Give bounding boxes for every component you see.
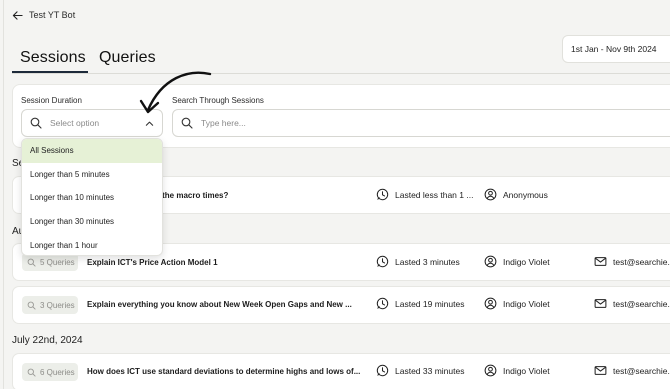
query-count-badge: 3 Queries bbox=[22, 296, 78, 314]
search-icon bbox=[27, 301, 36, 310]
session-duration-text: Lasted 19 minutes bbox=[395, 298, 465, 309]
session-email: test@searchie.i bbox=[594, 364, 670, 377]
tab-queries[interactable]: Queries bbox=[99, 49, 156, 67]
session-duration-label: Session Duration bbox=[21, 96, 82, 105]
annotation-arrow-icon bbox=[139, 71, 212, 114]
session-user: Indigo Violet bbox=[484, 364, 550, 377]
query-count-text: 6 Queries bbox=[40, 367, 75, 377]
mail-icon bbox=[594, 257, 607, 266]
option-longer-than-10-minutes[interactable]: Longer than 10 minutes bbox=[22, 186, 162, 210]
session-duration-dropdown: All Sessions Longer than 5 minutes Longe… bbox=[21, 138, 163, 256]
session-duration-text: Lasted 3 minutes bbox=[395, 256, 460, 267]
session-email-text: test@searchie.i bbox=[613, 298, 670, 309]
session-duration-placeholder: Select option bbox=[50, 118, 100, 128]
user-icon bbox=[484, 364, 497, 377]
search-icon bbox=[27, 368, 36, 377]
user-icon bbox=[484, 188, 497, 201]
tabs-divider bbox=[12, 73, 670, 74]
chevron-up-icon[interactable] bbox=[145, 119, 154, 128]
session-user-name: Indigo Violet bbox=[503, 365, 550, 376]
session-user-name: Indigo Violet bbox=[503, 298, 550, 309]
date-range-value: 1st Jan - Nov 9th 2024 bbox=[571, 44, 657, 54]
search-sessions-input[interactable]: Type here... bbox=[172, 109, 670, 137]
session-duration: Lasted 19 minutes bbox=[376, 297, 464, 310]
arrow-left-icon bbox=[12, 10, 23, 20]
clock-icon bbox=[376, 364, 389, 377]
query-count-text: 5 Queries bbox=[40, 257, 75, 267]
session-user: Indigo Violet bbox=[484, 297, 550, 310]
date-range-picker[interactable]: 1st Jan - Nov 9th 2024 bbox=[562, 35, 670, 63]
session-duration-text: Lasted 33 minutes bbox=[395, 365, 465, 376]
query-count-badge: 6 Queries bbox=[22, 363, 78, 381]
session-title: How does ICT use standard deviations to … bbox=[87, 367, 361, 376]
session-user-name: Indigo Violet bbox=[503, 256, 550, 267]
session-email: test@searchie.i bbox=[594, 255, 670, 268]
session-user-name: Anonymous bbox=[503, 189, 548, 200]
session-duration: Lasted less than 1 ... bbox=[376, 188, 473, 201]
search-icon bbox=[30, 117, 42, 129]
tab-sessions[interactable]: Sessions bbox=[20, 49, 86, 67]
search-icon bbox=[27, 258, 36, 267]
clock-icon bbox=[376, 188, 389, 201]
query-count-text: 3 Queries bbox=[40, 300, 75, 310]
option-longer-than-30-minutes[interactable]: Longer than 30 minutes bbox=[22, 210, 162, 234]
session-group-date: July 22nd, 2024 bbox=[12, 335, 83, 346]
session-duration: Lasted 3 minutes bbox=[376, 255, 460, 268]
mail-icon bbox=[594, 299, 607, 308]
session-duration-text: Lasted less than 1 ... bbox=[395, 189, 474, 200]
option-longer-than-5-minutes[interactable]: Longer than 5 minutes bbox=[22, 163, 162, 187]
sidebar-edge bbox=[3, 0, 4, 389]
back-link[interactable]: Test YT Bot bbox=[12, 8, 75, 22]
session-email-text: test@searchie.i bbox=[613, 365, 670, 376]
session-email-text: test@searchie.i bbox=[613, 256, 670, 267]
session-user: Indigo Violet bbox=[484, 255, 550, 268]
option-all-sessions[interactable]: All Sessions bbox=[22, 139, 162, 163]
session-duration: Lasted 33 minutes bbox=[376, 364, 464, 377]
user-icon bbox=[484, 255, 497, 268]
user-icon bbox=[484, 297, 497, 310]
back-link-label: Test YT Bot bbox=[29, 10, 76, 20]
option-longer-than-1-hour[interactable]: Longer than 1 hour bbox=[22, 233, 162, 255]
session-title: Explain everything you know about New We… bbox=[87, 300, 352, 309]
session-user: Anonymous bbox=[484, 188, 548, 201]
session-title: Explain ICT's Price Action Model 1 bbox=[87, 258, 218, 267]
clock-icon bbox=[376, 297, 389, 310]
clock-icon bbox=[376, 255, 389, 268]
session-email: test@searchie.i bbox=[594, 297, 670, 310]
mail-icon bbox=[594, 366, 607, 375]
